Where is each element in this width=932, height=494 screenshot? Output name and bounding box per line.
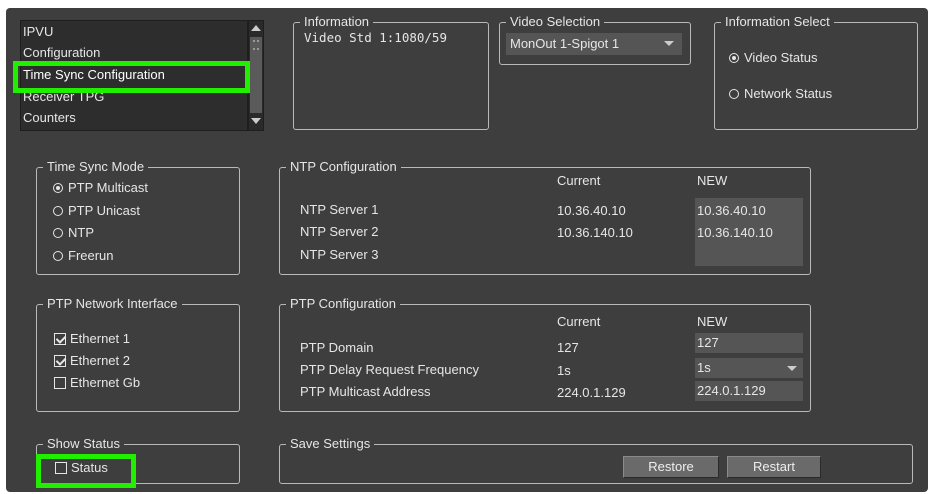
checkbox-icon xyxy=(55,461,67,474)
ntp-server-2-new-input[interactable]: 10.36.140.10 xyxy=(697,225,773,240)
scroll-up-arrow-icon[interactable] xyxy=(251,25,261,31)
ntp-configuration-legend: NTP Configuration xyxy=(286,159,401,174)
radio-label: Freerun xyxy=(68,248,114,263)
checkbox-icon xyxy=(54,376,66,389)
ptp-domain-new-value: 127 xyxy=(697,335,719,350)
radio-video-status[interactable]: Video Status xyxy=(729,50,817,65)
radio-selected-icon xyxy=(53,182,63,193)
radio-freerun[interactable]: Freerun xyxy=(53,248,114,263)
ptp-multicast-new-value: 224.0.1.129 xyxy=(697,383,766,398)
show-status-legend: Show Status xyxy=(43,436,124,451)
time-sync-mode-legend: Time Sync Mode xyxy=(43,159,149,174)
ntp-server-1-label: NTP Server 1 xyxy=(300,202,379,217)
radio-label: PTP Unicast xyxy=(68,203,141,218)
checkbox-label: Ethernet 2 xyxy=(70,353,130,368)
radio-icon xyxy=(729,88,739,99)
ntp-server-3-label: NTP Server 3 xyxy=(300,247,379,262)
information-select-legend: Information Select xyxy=(721,14,834,29)
information-select-group: Information Select Video Status Network … xyxy=(714,14,918,130)
chevron-down-icon xyxy=(787,366,797,371)
scroll-grip-icon xyxy=(253,40,259,50)
checkbox-ethernet-2[interactable]: Ethernet 2 xyxy=(54,353,130,368)
ptp-network-interface-group: PTP Network Interface Ethernet 1 Etherne… xyxy=(36,296,240,412)
ntp-configuration-group: NTP Configuration Current NEW NTP Server… xyxy=(279,159,811,275)
information-legend: Information xyxy=(300,14,374,29)
ntp-col-current: Current xyxy=(557,173,601,188)
nav-scrollbar[interactable] xyxy=(248,20,264,131)
nav-item-ipvu[interactable]: IPVU xyxy=(23,24,53,39)
ptp-domain-label: PTP Domain xyxy=(300,340,374,355)
selection-highlight xyxy=(13,61,250,93)
restart-button[interactable]: Restart xyxy=(727,456,821,478)
ptp-multicast-new-input[interactable]: 224.0.1.129 xyxy=(695,381,803,401)
radio-selected-icon xyxy=(729,52,739,63)
checkbox-status[interactable]: Status xyxy=(55,460,108,475)
nav-item-counters[interactable]: Counters xyxy=(23,110,76,125)
ptp-configuration-legend: PTP Configuration xyxy=(286,296,400,311)
radio-label: NTP xyxy=(68,225,94,240)
ptp-col-new: NEW xyxy=(697,314,728,329)
checkbox-label: Status xyxy=(71,460,108,475)
checkbox-ethernet-1[interactable]: Ethernet 1 xyxy=(54,331,130,346)
radio-label: Video Status xyxy=(744,50,818,65)
video-selection-legend: Video Selection xyxy=(506,14,605,29)
ptp-delay-new-dropdown[interactable]: 1s xyxy=(695,358,803,378)
ptp-network-interface-legend: PTP Network Interface xyxy=(43,296,182,311)
radio-ptp-multicast[interactable]: PTP Multicast xyxy=(53,180,148,195)
ptp-multicast-current: 224.0.1.129 xyxy=(557,385,626,400)
checkbox-checked-icon xyxy=(54,354,66,367)
ptp-domain-new-input[interactable]: 127 xyxy=(695,333,803,353)
video-selection-value: MonOut 1-Spigot 1 xyxy=(510,36,620,51)
checkbox-label: Ethernet Gb xyxy=(70,375,141,390)
video-selection-dropdown[interactable]: MonOut 1-Spigot 1 xyxy=(506,33,682,55)
information-group: Information Video Std 1:1080/59 xyxy=(293,14,489,130)
nav-item-configuration[interactable]: Configuration xyxy=(23,45,100,60)
radio-label: Network Status xyxy=(744,86,833,101)
time-sync-mode-group: Time Sync Mode PTP Multicast PTP Unicast… xyxy=(36,159,240,275)
radio-network-status[interactable]: Network Status xyxy=(729,86,832,101)
ptp-multicast-address-label: PTP Multicast Address xyxy=(300,384,431,399)
ntp-server-1-new-input[interactable]: 10.36.40.10 xyxy=(697,203,766,218)
ptp-delay-request-frequency-label: PTP Delay Request Frequency xyxy=(300,362,479,377)
save-settings-legend: Save Settings xyxy=(286,436,375,451)
ptp-delay-new-value: 1s xyxy=(697,360,711,375)
ntp-col-new: NEW xyxy=(697,173,728,188)
ptp-configuration-group: PTP Configuration Current NEW PTP Domain… xyxy=(279,296,811,412)
radio-icon xyxy=(53,227,63,238)
radio-icon xyxy=(53,205,63,216)
video-selection-group: Video Selection MonOut 1-Spigot 1 xyxy=(499,14,691,65)
radio-ntp[interactable]: NTP xyxy=(53,225,94,240)
chevron-down-icon xyxy=(664,41,674,46)
radio-label: PTP Multicast xyxy=(68,180,148,195)
checkbox-checked-icon xyxy=(54,332,66,345)
checkbox-label: Ethernet 1 xyxy=(70,331,130,346)
ptp-delay-current: 1s xyxy=(557,363,571,378)
video-std-text: Video Std 1:1080/59 xyxy=(304,30,447,45)
ntp-server-2-label: NTP Server 2 xyxy=(300,224,379,239)
ptp-col-current: Current xyxy=(557,314,601,329)
scroll-down-arrow-icon[interactable] xyxy=(251,118,261,124)
restore-button[interactable]: Restore xyxy=(623,456,719,478)
radio-icon xyxy=(53,250,63,261)
radio-ptp-unicast[interactable]: PTP Unicast xyxy=(53,203,140,218)
checkbox-ethernet-gb[interactable]: Ethernet Gb xyxy=(54,375,140,390)
ptp-domain-current: 127 xyxy=(557,340,579,355)
save-settings-group: Save Settings Restore Restart xyxy=(279,436,913,484)
ntp-server-2-current: 10.36.140.10 xyxy=(557,225,633,240)
ntp-server-1-current: 10.36.40.10 xyxy=(557,203,626,218)
